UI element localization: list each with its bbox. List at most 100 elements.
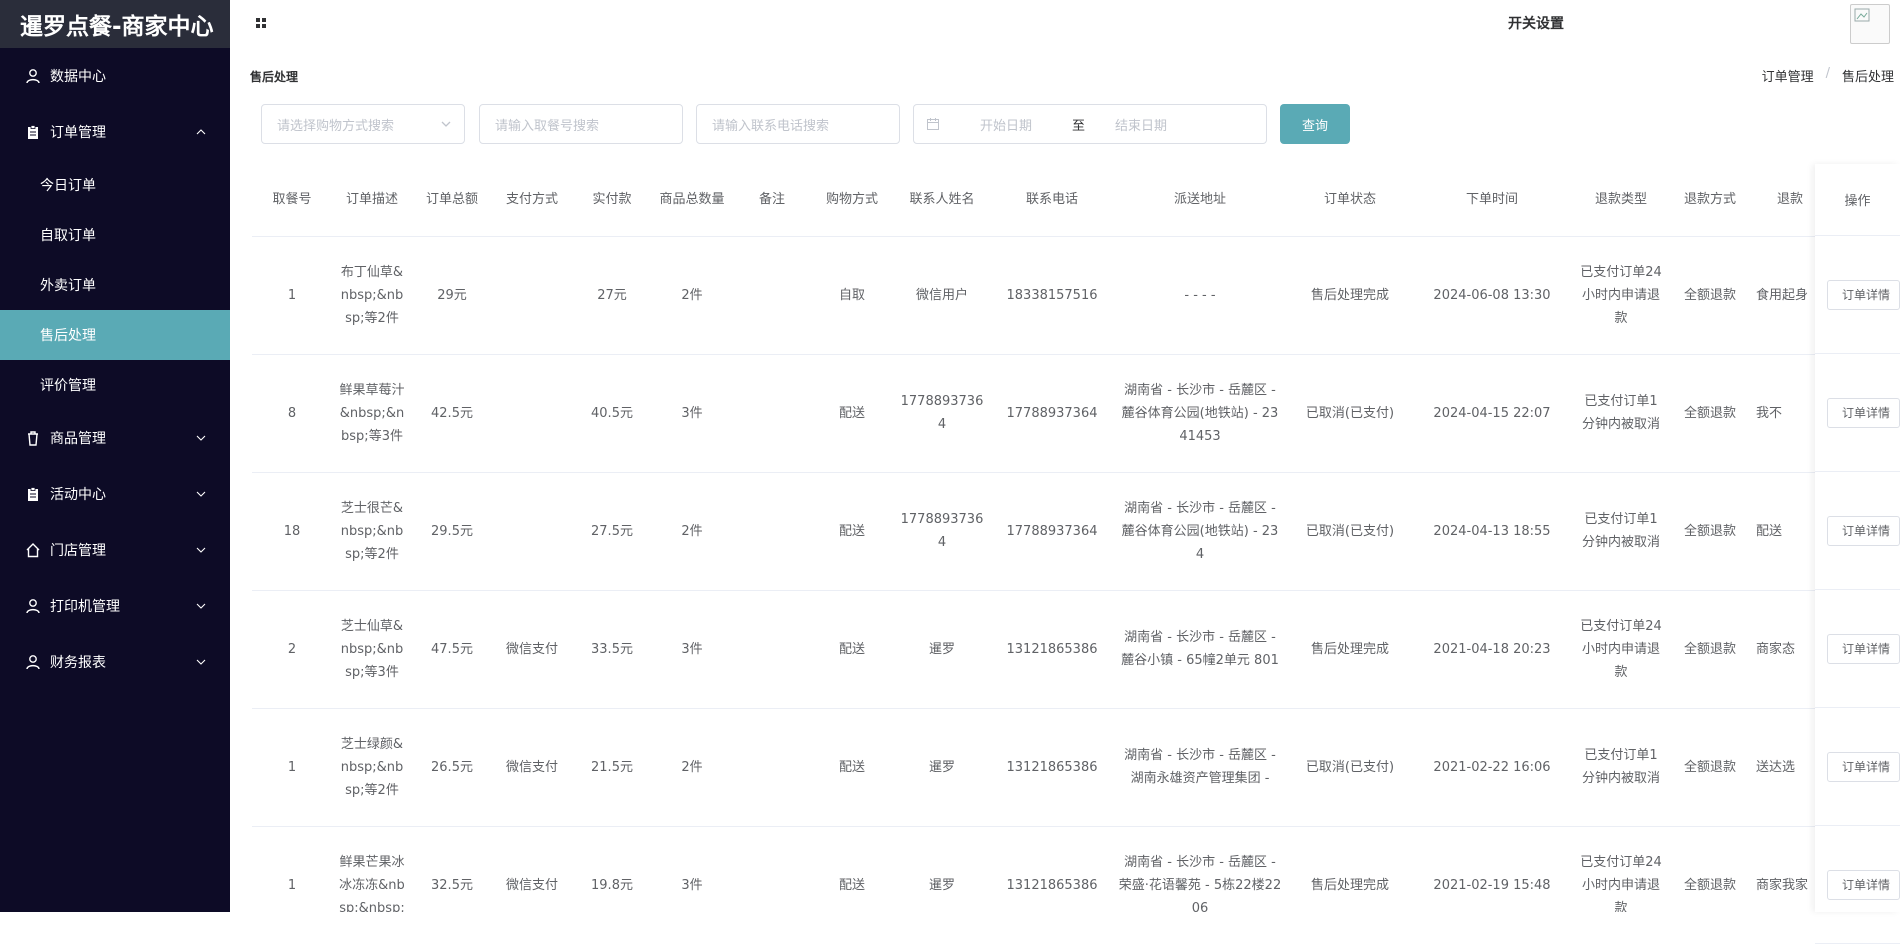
table-cell: 26.5元 (412, 708, 492, 827)
page-title: 售后处理 (250, 70, 299, 84)
table-cell (732, 708, 812, 827)
sidebar-item-1[interactable]: 订单管理 (0, 104, 230, 160)
clipboard-icon (24, 485, 42, 503)
sidebar-item-3[interactable]: 活动中心 (0, 466, 230, 522)
action-column: 操作 订单详情 订单详情 订单详情 订单详情 订单详情 订单详情 (1815, 164, 1900, 944)
table-cell (732, 590, 812, 709)
table-cell: 鲜果草莓汁&nbsp;&nbsp;等3件 (332, 354, 412, 473)
pickup-number-input[interactable]: 请输入取餐号搜索 (479, 104, 683, 144)
table-cell: 2024-04-13 18:55 (1412, 472, 1572, 591)
table-cell: 13121865386 (992, 826, 1112, 912)
table-cell: 8 (252, 354, 332, 473)
sidebar-subitem-1[interactable]: 自取订单 (0, 210, 230, 260)
sidebar-item-label: 商品管理 (50, 431, 106, 447)
column-header: 订单描述 (332, 164, 412, 237)
order-detail-button[interactable]: 订单详情 (1827, 515, 1900, 546)
table-cell (492, 354, 572, 473)
sidebar-item-0[interactable]: 数据中心 (0, 48, 230, 104)
query-button[interactable]: 查询 (1280, 104, 1350, 144)
column-header: 派送地址 (1112, 164, 1288, 237)
order-detail-button[interactable]: 订单详情 (1827, 633, 1900, 664)
sidebar-item-label: 订单管理 (50, 125, 106, 141)
table-cell: 配送 (812, 472, 892, 591)
table-cell: 已取消(已支付) (1288, 708, 1412, 827)
table-cell: 13121865386 (992, 590, 1112, 709)
breadcrumb-after-sales: 售后处理 (1841, 70, 1894, 85)
phone-search-input[interactable]: 请输入联系电话搜索 (696, 104, 900, 144)
table-cell: 售后处理完成 (1288, 590, 1412, 709)
table-cell: 19.8元 (572, 826, 652, 912)
breadcrumb-separator: / (1825, 66, 1830, 81)
table-cell: 布丁仙草&nbsp;&nbsp;等2件 (332, 236, 412, 355)
collapse-menu-icon[interactable] (254, 16, 268, 30)
table-cell: 2024-04-15 22:07 (1412, 354, 1572, 473)
table-cell: 全额退款 (1670, 590, 1750, 709)
table-cell: 已支付订单1分钟内被取消 (1572, 708, 1670, 827)
table-cell: 32.5元 (412, 826, 492, 912)
sidebar-subitem-2[interactable]: 外卖订单 (0, 260, 230, 310)
table-cell: 已支付订单1分钟内被取消 (1572, 472, 1670, 591)
table-cell: 微信支付 (492, 708, 572, 827)
table-cell: 1 (252, 708, 332, 827)
table-cell: 40.5元 (572, 354, 652, 473)
table-cell (492, 472, 572, 591)
chevron-down-icon (196, 547, 206, 553)
table-cell: 湖南省 - 长沙市 - 岳麓区 - 湖南永雄资产管理集团 - (1112, 708, 1288, 827)
action-cell: 订单详情 (1815, 826, 1900, 944)
date-range-picker[interactable]: 开始日期 至 结束日期 (913, 104, 1267, 144)
home-icon (24, 541, 42, 559)
orders-table: 取餐号 订单描述 订单总额 支付方式 实付款 商品总数量 备注 购物方式 联系人姓名 联系电话 派送… (252, 164, 1900, 912)
table-cell: 已取消(已支付) (1288, 354, 1412, 473)
table-cell (732, 472, 812, 591)
sidebar-subitem-3[interactable]: 售后处理 (0, 310, 230, 360)
table-cell: 微信支付 (492, 590, 572, 709)
sidebar-item-5[interactable]: 打印机管理 (0, 578, 230, 634)
date-range-separator: 至 (1072, 118, 1086, 134)
breadcrumb-order-management[interactable]: 订单管理 (1762, 66, 1814, 85)
order-detail-button[interactable]: 订单详情 (1827, 279, 1900, 310)
column-header: 备注 (732, 164, 812, 237)
phone-search-placeholder: 请输入联系电话搜索 (712, 118, 830, 134)
table-cell: 芝士很芒&nbsp;&nbsp;等2件 (332, 472, 412, 591)
shopping-method-select[interactable]: 请选择购物方式搜索 (261, 104, 465, 144)
sidebar-item-4[interactable]: 门店管理 (0, 522, 230, 578)
chevron-down-icon (441, 121, 451, 127)
table-row: 8 鲜果草莓汁&nbsp;&nbsp;等3件 42.5元 40.5元 3件 配送 17788… (252, 354, 1830, 473)
sidebar-subitem-4[interactable]: 评价管理 (0, 360, 230, 410)
clipboard-icon (24, 123, 42, 141)
table-cell: 2021-02-19 15:48 (1412, 826, 1572, 912)
column-header: 下单时间 (1412, 164, 1572, 237)
table-cell: 全额退款 (1670, 826, 1750, 912)
table-cell: 33.5元 (572, 590, 652, 709)
table-cell: 湖南省 - 长沙市 - 岳麓区 - 麓谷体育公园(地铁站) - 234 (1112, 472, 1288, 591)
table-row: 1 布丁仙草&nbsp;&nbsp;等2件 29元 27元 2件 自取 微信用户 183381… (252, 236, 1830, 355)
column-header: 订单状态 (1288, 164, 1412, 237)
table-cell: 微信支付 (492, 826, 572, 912)
table-cell: 售后处理完成 (1288, 236, 1412, 355)
action-cell: 订单详情 (1815, 354, 1900, 472)
table-cell: 2件 (652, 472, 732, 591)
sidebar-item-6[interactable]: 财务报表 (0, 634, 230, 690)
app-logo-title: 暹罗点餐-商家中心 (0, 0, 230, 48)
broken-image-icon (1854, 8, 1870, 22)
table-cell: 3件 (652, 354, 732, 473)
avatar[interactable] (1850, 4, 1890, 44)
sidebar-item-2[interactable]: 商品管理 (0, 410, 230, 466)
table-cell: 47.5元 (412, 590, 492, 709)
table-cell (732, 826, 812, 912)
start-date-placeholder[interactable]: 开始日期 (980, 115, 1032, 134)
table-cell: 已支付订单24小时内申请退款 (1572, 826, 1670, 912)
switch-settings-button[interactable]: 开关设置 (1508, 13, 1564, 33)
action-cell: 订单详情 (1815, 590, 1900, 708)
order-detail-button[interactable]: 订单详情 (1827, 397, 1900, 428)
table-cell: 已支付订单24小时内申请退款 (1572, 590, 1670, 709)
table-cell: 芝士仙草&nbsp;&nbsp;等3件 (332, 590, 412, 709)
sidebar-subitem-0[interactable]: 今日订单 (0, 160, 230, 210)
top-header: 开关设置 (230, 0, 1900, 46)
table-cell (732, 236, 812, 355)
order-detail-button[interactable]: 订单详情 (1827, 751, 1900, 782)
end-date-placeholder[interactable]: 结束日期 (1115, 115, 1167, 134)
table-cell: 暹罗 (892, 826, 992, 912)
order-detail-button[interactable]: 订单详情 (1827, 869, 1900, 900)
table-cell: 42.5元 (412, 354, 492, 473)
